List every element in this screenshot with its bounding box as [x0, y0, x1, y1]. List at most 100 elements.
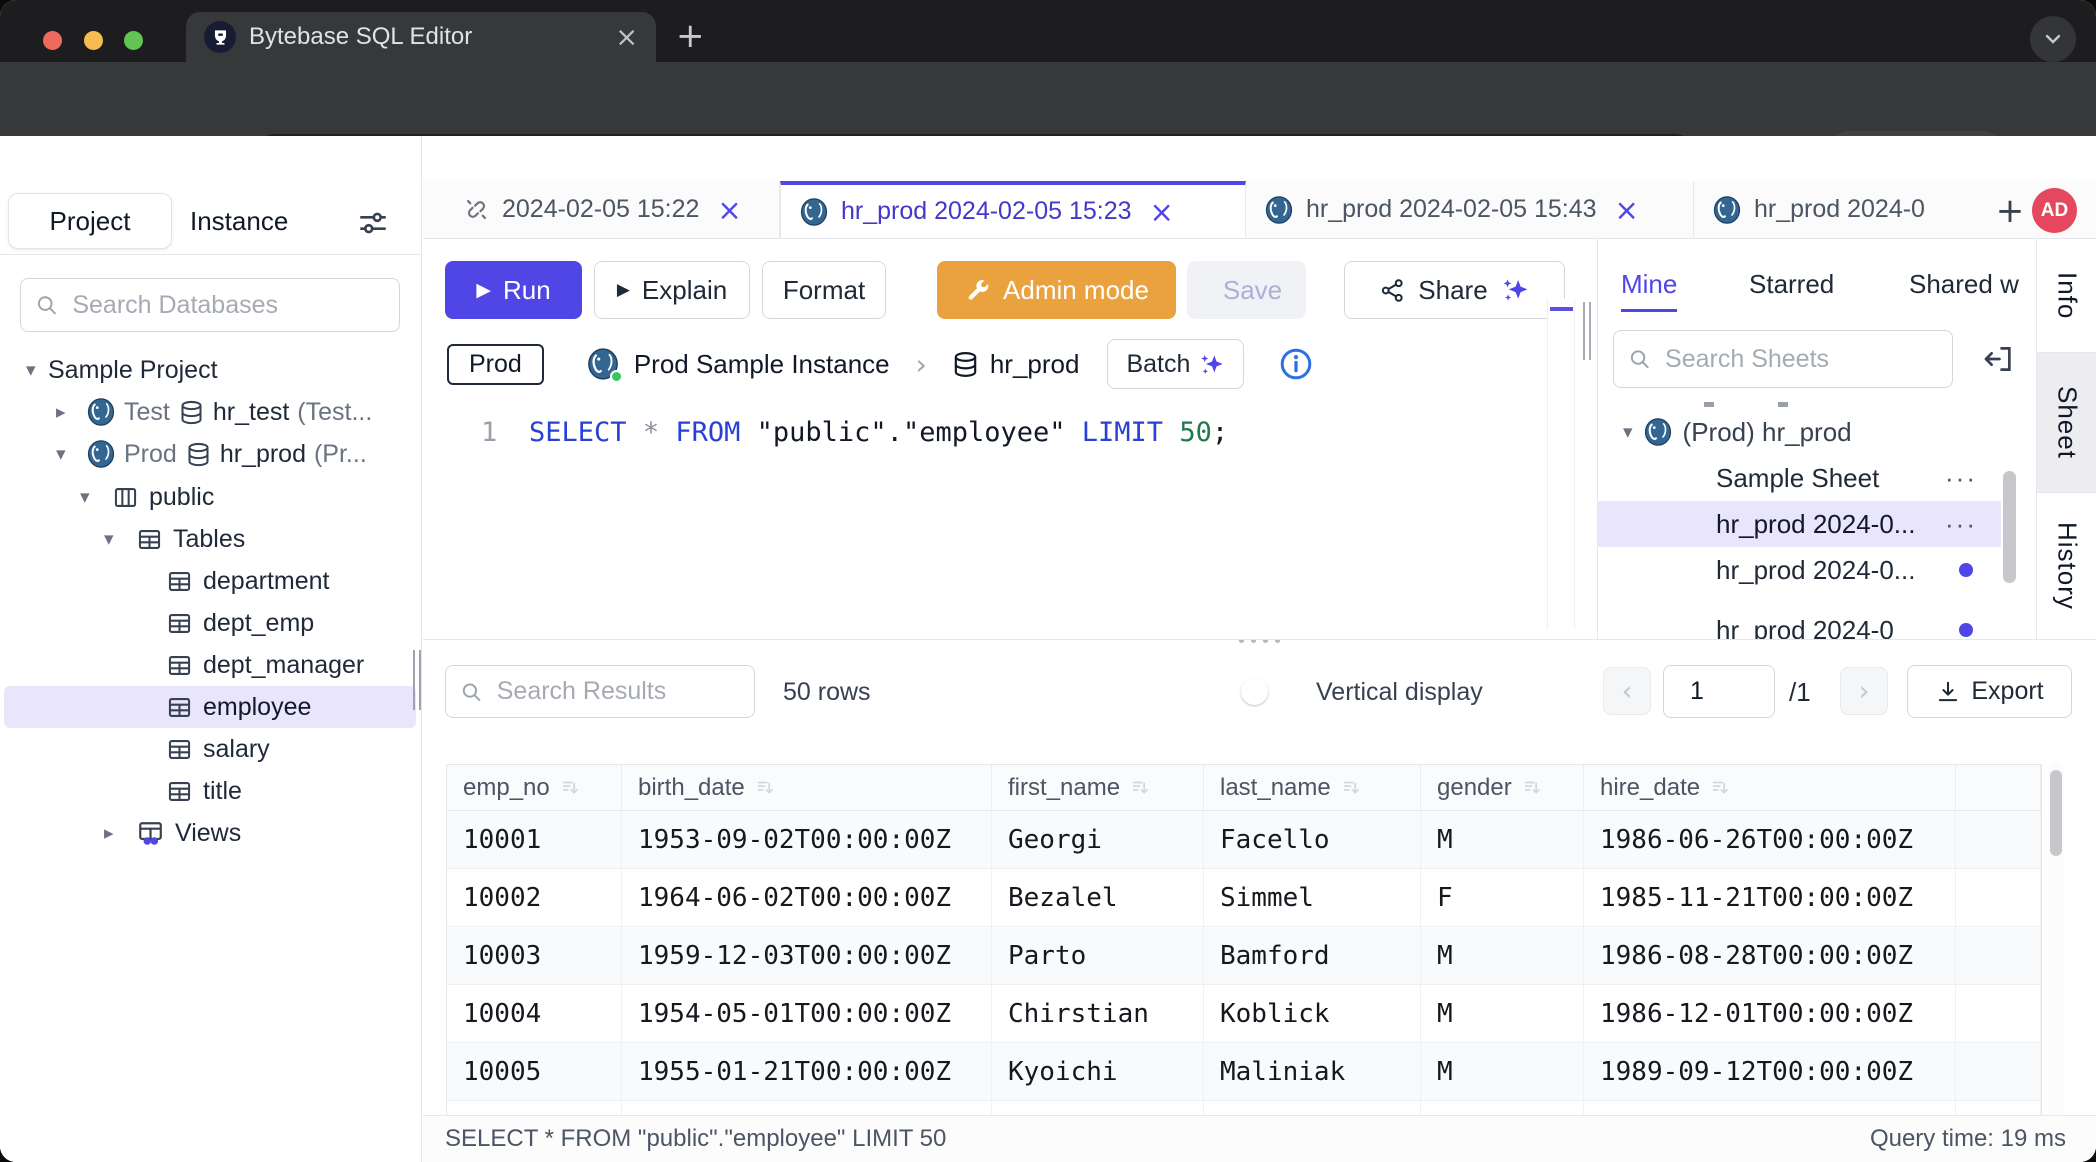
- next-page-button[interactable]: ›: [1840, 667, 1888, 715]
- sheet-scrollbar[interactable]: [2003, 471, 2016, 583]
- sheet-group-row[interactable]: ▾ (Prod) hr_prod: [1598, 409, 2001, 455]
- tree-table-title[interactable]: title: [0, 770, 422, 812]
- tab-project[interactable]: Project: [8, 193, 172, 249]
- tab-history[interactable]: History: [2037, 493, 2096, 639]
- table-row[interactable]: 100021964-06-02T00:00:00ZBezalelSimmelF1…: [447, 869, 2041, 927]
- export-button[interactable]: Export: [1907, 665, 2072, 718]
- format-button[interactable]: Format: [762, 261, 886, 319]
- sort-icon[interactable]: [1710, 777, 1732, 799]
- add-worksheet-icon[interactable]: +: [1988, 189, 2032, 233]
- tab-mine[interactable]: Mine: [1621, 269, 1677, 300]
- batch-button[interactable]: Batch: [1107, 339, 1244, 389]
- tree-database-hr-test[interactable]: ▸ Test hr_test (Test...: [0, 391, 422, 433]
- prev-page-button[interactable]: ‹: [1603, 667, 1651, 715]
- tree-table-dept-manager[interactable]: dept_manager: [0, 644, 422, 686]
- caret-right-icon[interactable]: ▸: [56, 401, 78, 423]
- sheet-menu-icon[interactable]: ···: [1945, 463, 1977, 494]
- sheet-search-input[interactable]: [1663, 344, 1938, 375]
- user-avatar[interactable]: AD: [2032, 188, 2077, 233]
- table-row[interactable]: 100011953-09-02T00:00:00ZGeorgiFacelloM1…: [447, 811, 2041, 869]
- environment-chip[interactable]: Prod: [447, 344, 544, 385]
- instance-name[interactable]: Prod Sample Instance: [634, 349, 890, 380]
- column-header[interactable]: first_name: [992, 765, 1204, 811]
- tree-schema-public[interactable]: ▾ public: [0, 476, 422, 518]
- sheet-menu-icon[interactable]: ···: [1945, 509, 1977, 540]
- new-tab-icon[interactable]: +: [676, 16, 705, 56]
- window-zoom-button[interactable]: [124, 31, 143, 50]
- results-search-input[interactable]: [495, 676, 740, 707]
- tree-table-department[interactable]: department: [0, 560, 422, 602]
- close-tab-icon[interactable]: ×: [1615, 193, 1639, 227]
- table-row[interactable]: 100031959-12-03T00:00:00ZPartoBamfordM19…: [447, 927, 2041, 985]
- database-search-input[interactable]: [70, 290, 385, 321]
- caret-down-icon[interactable]: ▾: [1623, 421, 1633, 443]
- sort-icon[interactable]: [1130, 777, 1152, 799]
- column-header[interactable]: last_name: [1204, 765, 1421, 811]
- browser-tab[interactable]: Bytebase SQL Editor ×: [186, 12, 656, 62]
- explain-button[interactable]: ▶ Explain: [594, 261, 750, 319]
- filter-sliders-icon[interactable]: [356, 206, 390, 245]
- sidebar-divider: [0, 254, 422, 255]
- caret-down-icon[interactable]: ▾: [56, 443, 78, 465]
- tab-sheet-active[interactable]: Sheet: [2037, 353, 2096, 493]
- database-search[interactable]: [20, 278, 400, 332]
- page-number-input[interactable]: [1663, 665, 1775, 718]
- sort-icon[interactable]: [755, 777, 777, 799]
- import-sheet-icon[interactable]: [1981, 342, 2015, 381]
- caret-down-icon[interactable]: ▾: [26, 359, 48, 381]
- tree-project-row[interactable]: ▾ Sample Project: [0, 349, 422, 391]
- sheet-search[interactable]: [1613, 330, 1953, 388]
- window-minimize-button[interactable]: [84, 31, 103, 50]
- run-button[interactable]: ▶ Run: [445, 261, 582, 319]
- tab-info[interactable]: Info: [2037, 239, 2096, 353]
- column-header[interactable]: emp_no: [447, 765, 622, 811]
- tree-table-salary[interactable]: salary: [0, 728, 422, 770]
- splitter-handle[interactable]: [1223, 639, 1295, 646]
- sort-icon[interactable]: [560, 777, 582, 799]
- results-search[interactable]: [445, 665, 755, 718]
- tab-shared[interactable]: Shared w: [1909, 269, 2019, 300]
- table-row[interactable]: 100051955-01-21T00:00:00ZKyoichiMaliniak…: [447, 1043, 2041, 1101]
- close-tab-icon[interactable]: ×: [1150, 195, 1174, 229]
- tab-starred[interactable]: Starred: [1749, 269, 1834, 300]
- close-tab-icon[interactable]: ×: [717, 193, 741, 227]
- sort-icon[interactable]: [1341, 777, 1363, 799]
- tree-table-dept-emp[interactable]: dept_emp: [0, 602, 422, 644]
- caret-right-icon[interactable]: ▸: [104, 822, 126, 844]
- sheet-item-unsaved[interactable]: hr_prod 2024-0...: [1598, 547, 2001, 593]
- tab-search-chevron-icon[interactable]: [2030, 16, 2076, 62]
- column-header[interactable]: hire_date: [1584, 765, 1956, 811]
- table-row[interactable]: 100041954-05-01T00:00:00ZChirstianKoblic…: [447, 985, 2041, 1043]
- sheet-item-sample[interactable]: Sample Sheet ···: [1598, 455, 2001, 501]
- table-row[interactable]: 100061953-04-20T00:00:00ZAnnekePreusigF1…: [447, 1101, 2041, 1115]
- admin-mode-button[interactable]: Admin mode: [937, 261, 1176, 319]
- caret-down-icon[interactable]: ▾: [104, 528, 126, 550]
- results-scrollbar[interactable]: [2048, 764, 2064, 1115]
- worksheet-tab-2-active[interactable]: hr_prod 2024-02-05 15:23 ×: [780, 181, 1246, 238]
- sidebar-resize-handle[interactable]: [413, 650, 421, 710]
- column-header[interactable]: gender: [1421, 765, 1584, 811]
- panel-resize-handle[interactable]: [1583, 302, 1591, 360]
- worksheet-tab-1[interactable]: 2024-02-05 15:22 ×: [445, 181, 780, 238]
- sort-icon[interactable]: [1522, 777, 1544, 799]
- ai-sparkle-icon[interactable]: [1500, 275, 1530, 305]
- sql-code-line[interactable]: SELECT * FROM "public"."employee" LIMIT …: [529, 417, 1228, 448]
- tab-close-icon[interactable]: ×: [615, 22, 638, 53]
- sheet-item-clipped[interactable]: hr_prod 2024-0: [1598, 607, 2001, 639]
- sheet-item-selected[interactable]: hr_prod 2024-0... ···: [1598, 501, 2001, 547]
- column-header[interactable]: birth_date: [622, 765, 992, 811]
- tree-table-employee-selected[interactable]: employee: [4, 686, 416, 728]
- bytebase-favicon: [204, 21, 236, 53]
- window-close-button[interactable]: [43, 31, 62, 50]
- tree-database-hr-prod[interactable]: ▾ Prod hr_prod (Pr...: [0, 433, 422, 475]
- info-icon[interactable]: [1278, 346, 1314, 382]
- tab-instance[interactable]: Instance: [190, 193, 288, 249]
- worksheet-tab-3[interactable]: hr_prod 2024-02-05 15:43 ×: [1246, 181, 1694, 238]
- tree-tables-group[interactable]: ▾ Tables: [0, 518, 422, 560]
- share-button[interactable]: Share: [1344, 261, 1565, 319]
- caret-down-icon[interactable]: ▾: [80, 486, 102, 508]
- database-name[interactable]: hr_prod: [990, 349, 1080, 380]
- save-button[interactable]: Save: [1187, 261, 1306, 319]
- worksheet-tab-4[interactable]: hr_prod 2024-0: [1694, 181, 1983, 238]
- tree-views-group[interactable]: ▸ Views: [0, 812, 422, 854]
